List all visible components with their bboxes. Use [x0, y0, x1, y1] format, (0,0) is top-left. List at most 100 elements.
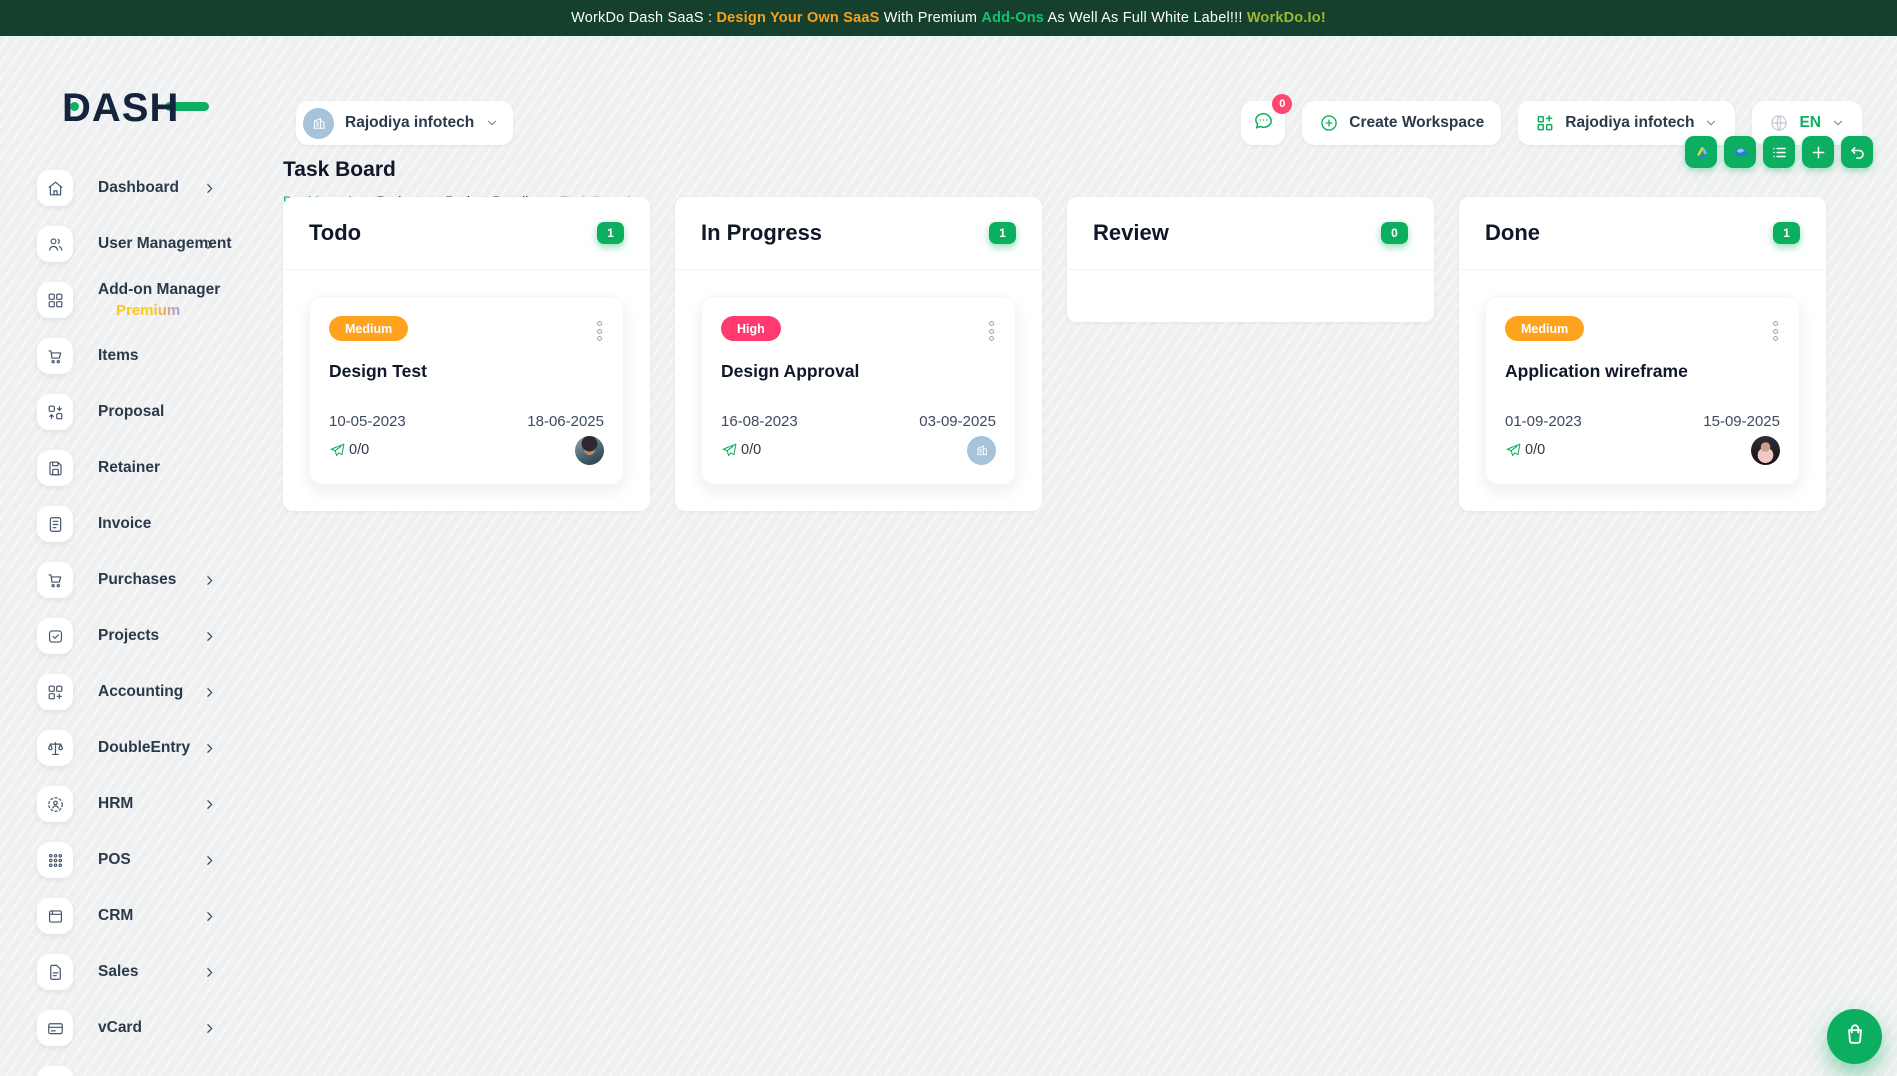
plus-icon — [1809, 143, 1828, 162]
task-card[interactable]: High Design Approval 16-08-2023 03-09-20… — [701, 296, 1016, 485]
add-task-button[interactable] — [1802, 136, 1834, 168]
list-view-button[interactable] — [1763, 136, 1795, 168]
workspace-select-label: Rajodiya infotech — [1565, 114, 1694, 132]
sidebar-item-label: Dashboard — [98, 179, 179, 197]
card-menu-button[interactable] — [987, 316, 996, 346]
sidebar-item-projects[interactable]: Projects — [37, 612, 258, 660]
save-icon — [37, 450, 73, 486]
chevron-right-icon — [203, 966, 216, 979]
column-body — [1067, 270, 1434, 322]
language-label: EN — [1799, 114, 1821, 132]
column-count-badge: 1 — [989, 222, 1016, 244]
sidebar-item-label: CRM — [98, 907, 133, 925]
home-icon — [37, 170, 73, 206]
checkbox-icon — [37, 618, 73, 654]
chevron-right-icon — [203, 630, 216, 643]
google-drive-button[interactable] — [1685, 136, 1717, 168]
sidebar-item-dashboard[interactable]: Dashboard — [37, 164, 258, 212]
sidebar-item-label: DoubleEntry — [98, 739, 190, 757]
sidebar-item-label: POS — [98, 851, 131, 869]
onedrive-icon — [1731, 143, 1750, 162]
task-card[interactable]: Medium Application wireframe 01-09-2023 … — [1485, 296, 1800, 485]
sidebar-item-user-management[interactable]: User Management — [37, 220, 258, 268]
task-end-date: 18-06-2025 — [527, 413, 604, 430]
chat-bubble-icon — [1252, 109, 1275, 137]
chevron-right-icon — [203, 182, 216, 195]
onedrive-button[interactable] — [1724, 136, 1756, 168]
card-menu-button[interactable] — [595, 316, 604, 346]
column-title: Todo — [309, 220, 361, 246]
sidebar-item-proposal[interactable]: Proposal — [37, 388, 258, 436]
task-title: Design Approval — [721, 361, 996, 382]
board-column-done: Done 1 Medium Application wireframe 01-0… — [1459, 197, 1826, 511]
chevron-down-icon — [1831, 116, 1845, 130]
sidebar-item-label: Purchases — [98, 571, 176, 589]
task-progress: 0/0 — [329, 442, 369, 459]
sidebar-item-label: Sales — [98, 963, 139, 981]
dash-logo[interactable]: DASH — [62, 88, 209, 128]
sidebar-menu: Dashboard User Management Add-on Manager… — [0, 164, 258, 1076]
building-icon — [303, 108, 334, 139]
sidebar-item-retainer[interactable]: Retainer — [37, 444, 258, 492]
sidebar-item-sales[interactable]: Sales — [37, 948, 258, 996]
grid-icon — [37, 282, 73, 318]
sidebar-item-label: Retainer — [98, 459, 160, 477]
card-menu-button[interactable] — [1771, 316, 1780, 346]
sidebar-item-label: Accounting — [98, 683, 183, 701]
chevron-down-icon — [1704, 116, 1718, 130]
create-workspace-label: Create Workspace — [1349, 114, 1484, 132]
column-title: Done — [1485, 220, 1540, 246]
invoice-icon — [37, 506, 73, 542]
messages-button[interactable]: 0 — [1241, 101, 1285, 145]
task-start-date: 16-08-2023 — [721, 413, 798, 430]
shopping-bag-icon — [1842, 1021, 1868, 1052]
banner-text: WorkDo Dash SaaS : — [571, 10, 716, 26]
workspace-chip[interactable]: Rajodiya infotech — [296, 101, 513, 145]
sidebar-item-double-entry[interactable]: DoubleEntry — [37, 724, 258, 772]
sidebar-item-add-on-manager[interactable]: Add-on Manager Premium — [37, 276, 258, 324]
task-card[interactable]: Medium Design Test 10-05-2023 18-06-2025… — [309, 296, 624, 485]
scales-icon — [37, 730, 73, 766]
column-count-badge: 1 — [1773, 222, 1800, 244]
sidebar-item-label: HRM — [98, 795, 133, 813]
column-title: In Progress — [701, 220, 822, 246]
sidebar-item-invoice[interactable]: Invoice — [37, 500, 258, 548]
create-workspace-button[interactable]: Create Workspace — [1302, 101, 1501, 145]
sidebar-item-vcard[interactable]: vCard — [37, 1004, 258, 1052]
sidebar-item-crm[interactable]: CRM — [37, 892, 258, 940]
shop-floating-button[interactable] — [1827, 1009, 1882, 1064]
column-count-badge: 1 — [597, 222, 624, 244]
assignee-avatar — [575, 436, 604, 465]
workspace-chip-label: Rajodiya infotech — [345, 114, 474, 132]
sidebar-item-purchases[interactable]: Purchases — [37, 556, 258, 604]
doc-icon — [37, 954, 73, 990]
sidebar-item-items[interactable]: Items — [37, 332, 258, 380]
banner-text: As Well As Full White Label!!! — [1044, 10, 1247, 26]
send-icon — [1505, 442, 1522, 459]
banner-link[interactable]: WorkDo.Io! — [1247, 10, 1326, 26]
workspace-grid-icon — [1535, 113, 1555, 133]
task-end-date: 03-09-2025 — [919, 413, 996, 430]
priority-badge: High — [721, 316, 781, 341]
chevron-right-icon — [203, 574, 216, 587]
sidebar-item-hrm[interactable]: HRM — [37, 780, 258, 828]
banner-text: Design Your Own SaaS — [716, 10, 879, 26]
back-button[interactable] — [1841, 136, 1873, 168]
chevron-right-icon — [203, 910, 216, 923]
chevron-right-icon — [203, 854, 216, 867]
column-body: Medium Design Test 10-05-2023 18-06-2025… — [283, 270, 650, 511]
book-icon — [37, 1066, 73, 1076]
premium-label: Premium — [116, 302, 220, 319]
chevron-right-icon — [203, 1022, 216, 1035]
task-board: Todo 1 Medium Design Test 10-05-2023 18-… — [283, 197, 1826, 511]
sidebar-item-lms[interactable]: LMS — [37, 1060, 258, 1076]
window-icon — [37, 898, 73, 934]
sidebar-item-accounting[interactable]: Accounting — [37, 668, 258, 716]
sidebar-item-label: Projects — [98, 627, 159, 645]
sidebar-item-label: Proposal — [98, 403, 164, 421]
sidebar-item-label: Invoice — [98, 515, 151, 533]
task-title: Application wireframe — [1505, 361, 1780, 382]
task-end-date: 15-09-2025 — [1703, 413, 1780, 430]
sidebar-item-pos[interactable]: POS — [37, 836, 258, 884]
column-title: Review — [1093, 220, 1169, 246]
